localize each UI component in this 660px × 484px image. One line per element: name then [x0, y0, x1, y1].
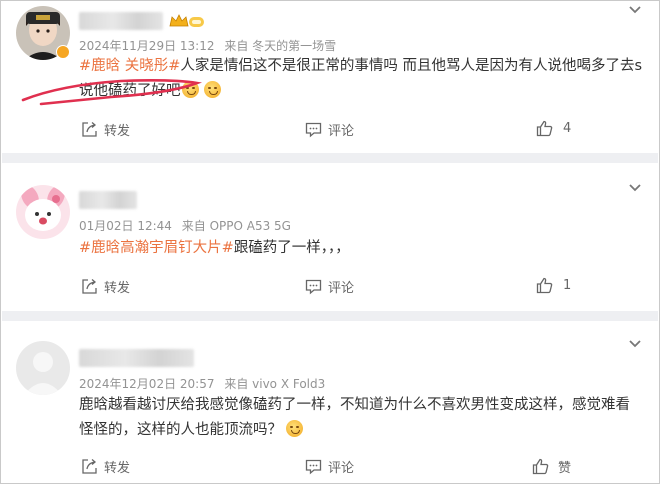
like-count: 4: [563, 121, 572, 136]
comment-icon: [305, 459, 322, 475]
comment-label: 评论: [328, 124, 355, 139]
comment-text: 人家是情侣这不是很正常的事情吗 而且他骂人是因为有人说他喝多了去s: [180, 58, 643, 74]
repost-button[interactable]: 转发: [81, 277, 130, 296]
comment-source: 来自 vivo X Fold3: [224, 377, 326, 391]
chevron-down-icon[interactable]: [628, 339, 642, 349]
comment-text: 跟磕药了一样，，，: [233, 240, 350, 256]
repost-icon: [82, 459, 97, 474]
comment-button[interactable]: 评论: [305, 277, 354, 296]
chevron-down-icon[interactable]: [628, 5, 642, 15]
avatar[interactable]: [16, 341, 70, 395]
avatar[interactable]: [16, 185, 70, 239]
username-blurred[interactable]: [79, 191, 137, 209]
comment-button[interactable]: 评论: [305, 120, 354, 139]
comment-source: 来自 冬天的第一场雪: [224, 39, 337, 53]
comment-date: 2024年11月29日 13:12: [79, 39, 215, 53]
comment-feed: 2024年11月29日 13:12 来自 冬天的第一场雪 #鹿晗 关晓彤#人家是…: [0, 0, 660, 484]
comment-text: 鹿晗越看越讨厌给我感觉像磕药了一样，不知道为什么不喜欢男性变成这样，感觉难看: [79, 397, 630, 413]
username-blurred[interactable]: [79, 12, 163, 30]
like-icon: [532, 458, 549, 475]
comment-meta: 01月02日 12:44 来自 OPPO A53 5G: [79, 217, 297, 234]
like-count: 赞: [558, 461, 572, 476]
comment-text: 说他磕药了好吧: [79, 83, 181, 99]
comment-meta: 2024年12月02日 20:57 来自 vivo X Fold3: [79, 375, 331, 392]
repost-button[interactable]: 转发: [81, 120, 130, 139]
comment-label: 评论: [328, 461, 355, 476]
repost-label: 转发: [104, 461, 131, 476]
emoji-icon: [181, 81, 199, 98]
repost-icon: [82, 122, 97, 137]
crown-badge-icon: [169, 14, 204, 27]
comment-meta: 2024年11月29日 13:12 来自 冬天的第一场雪: [79, 37, 342, 54]
action-bar: 转发 评论 赞: [2, 457, 658, 481]
comment-text: 怪怪的，这样的人也能顶流吗？: [79, 422, 282, 438]
like-button[interactable]: 赞: [532, 457, 571, 476]
comment-source: 来自 OPPO A53 5G: [181, 219, 291, 233]
chevron-down-icon[interactable]: [628, 183, 642, 193]
username-blurred[interactable]: [79, 349, 194, 367]
separator: [2, 311, 658, 321]
comment-icon: [305, 122, 322, 138]
repost-label: 转发: [104, 124, 131, 139]
comment-content: #鹿晗高瀚宇眉钉大片#跟磕药了一样，，，: [79, 236, 350, 261]
comment-button[interactable]: 评论: [305, 457, 354, 476]
comment-label: 评论: [328, 281, 355, 296]
repost-label: 转发: [104, 281, 131, 296]
like-button[interactable]: 1: [536, 277, 571, 294]
action-bar: 转发 评论 4: [2, 120, 658, 144]
comment-icon: [305, 279, 322, 295]
comment-content: #鹿晗 关晓彤#人家是情侣这不是很正常的事情吗 而且他骂人是因为有人说他喝多了去…: [79, 54, 642, 104]
comment-item: 2024年12月02日 20:57 来自 vivo X Fold3 鹿晗越看越讨…: [2, 321, 658, 484]
like-icon: [536, 277, 553, 294]
comment-content: 鹿晗越看越讨厌给我感觉像磕药了一样，不知道为什么不喜欢男性变成这样，感觉难看 怪…: [79, 393, 630, 443]
repost-button[interactable]: 转发: [81, 457, 130, 476]
action-bar: 转发 评论 1: [2, 277, 658, 301]
verified-badge-icon: [56, 45, 70, 59]
topic-tag[interactable]: #鹿晗高瀚宇眉钉大片#: [79, 240, 234, 256]
emoji-icon: [203, 81, 221, 98]
topic-tag[interactable]: #鹿晗 关晓彤#: [79, 58, 180, 74]
emoji-icon: [286, 420, 303, 437]
comment-date: 01月02日 12:44: [79, 219, 172, 233]
separator: [2, 153, 658, 163]
comment-item: 2024年11月29日 13:12 来自 冬天的第一场雪 #鹿晗 关晓彤#人家是…: [2, 1, 658, 153]
comment-item: 01月02日 12:44 来自 OPPO A53 5G #鹿晗高瀚宇眉钉大片#跟…: [2, 163, 658, 311]
like-count: 1: [563, 278, 572, 293]
repost-icon: [82, 279, 97, 294]
comment-date: 2024年12月02日 20:57: [79, 377, 215, 391]
like-button[interactable]: 4: [536, 120, 571, 137]
like-icon: [536, 120, 553, 137]
